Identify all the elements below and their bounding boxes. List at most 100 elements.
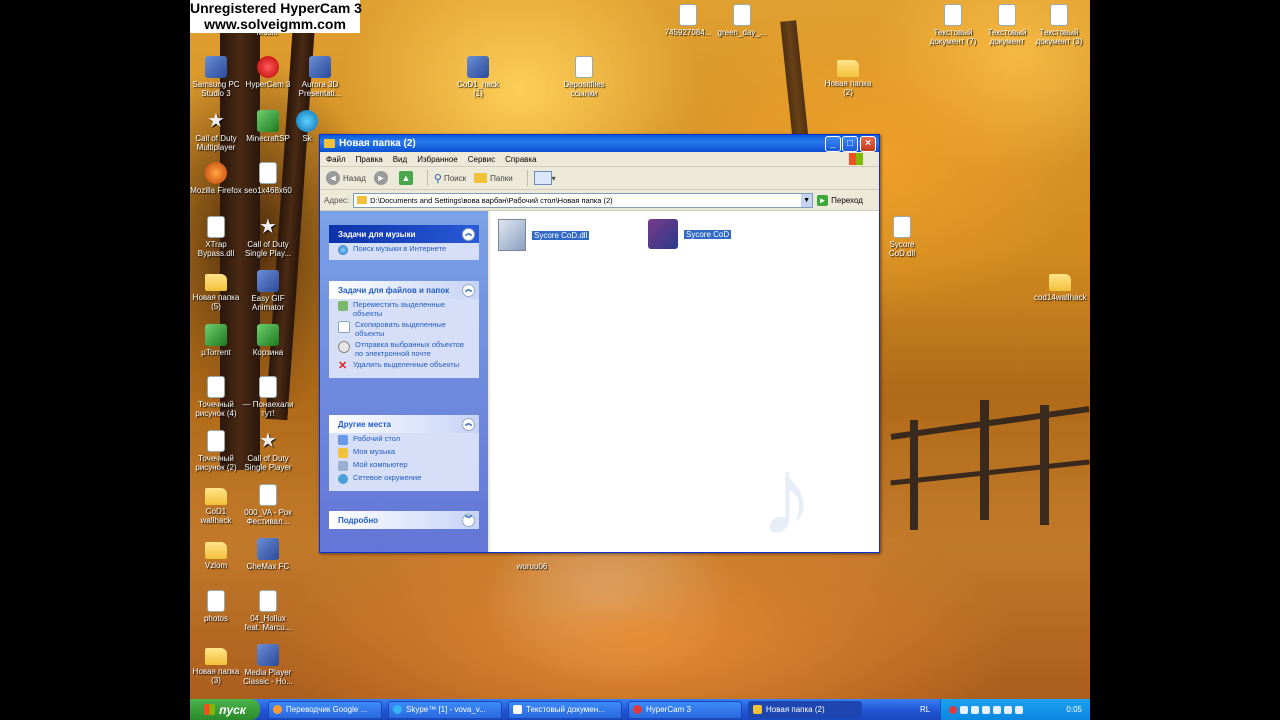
desktop-icon[interactable]: Точечный рисунок (4) (190, 376, 242, 418)
group-header[interactable]: Задачи для файлов и папок ︽ (329, 281, 479, 299)
desktop-icon[interactable]: Точечный рисунок (2) (190, 430, 242, 472)
back-arrow-icon: ◄ (326, 171, 340, 185)
desktop-icon[interactable]: Sycore CoD.dll (876, 216, 928, 258)
skype-tray-icon[interactable] (993, 705, 1001, 714)
desktop-icon[interactable]: Aurora 3D Presentati... (294, 56, 346, 98)
stop-icon[interactable] (960, 705, 968, 714)
place-link[interactable]: Моя музыка (329, 446, 479, 459)
task-link[interactable]: Переместить выделенные объекты (329, 299, 479, 319)
language-indicator[interactable]: RL (920, 705, 930, 714)
forward-button[interactable]: ► (373, 171, 391, 185)
desktop-icon[interactable]: Media Player Classic - Ho... (242, 644, 294, 686)
desktop-icon[interactable]: HyperCam 3 (242, 56, 294, 89)
clock[interactable]: 0:05 (1066, 705, 1082, 714)
chevron-up-icon[interactable]: ︽ (462, 284, 475, 297)
record-icon[interactable] (949, 705, 957, 714)
taskbar-item[interactable]: Skype™ [1] - vova_v... (388, 700, 502, 719)
desktop-icon[interactable]: Depositfiles ссылки (558, 56, 610, 98)
desktop-icon[interactable]: XTrap Bypass.dll (190, 216, 242, 258)
shield-icon[interactable] (1015, 705, 1023, 714)
desktop-icon[interactable]: Новая папка (2) (822, 56, 874, 97)
menu-view[interactable]: Вид (393, 155, 407, 164)
task-link[interactable]: Отправка выбранных объектов по электронн… (329, 339, 479, 359)
file-list[interactable]: ♪ Sycore CoD.dll Sycore CoD (490, 211, 879, 552)
desktop-icon[interactable]: Текстовый документ (7) (927, 4, 979, 46)
taskbar-item[interactable]: Переводчик Google ... (268, 700, 382, 719)
taskbar-item[interactable]: Текстовый докумен... (508, 700, 622, 719)
desktop-icon[interactable]: Новая папка (5) (190, 270, 242, 311)
desktop-icon[interactable]: 04_Hollux feat. Marcu... (242, 590, 294, 632)
chevron-up-icon[interactable]: ︽ (462, 418, 475, 431)
desktop-icon[interactable]: Текстовый документ (981, 4, 1033, 46)
desktop-icon[interactable]: Vzlom (190, 538, 242, 570)
desktop-icon[interactable]: µTorrent (190, 324, 242, 357)
address-input[interactable]: D:\Documents and Settings\вова варбан\Ра… (353, 192, 814, 208)
file-item[interactable]: Sycore CoD.dll (498, 219, 590, 251)
place-link[interactable]: Сетевое окружение (329, 472, 479, 485)
maximize-button[interactable]: □ (842, 136, 858, 152)
network-icon[interactable] (1004, 705, 1012, 714)
group-header[interactable]: Подробно ︾ (329, 511, 479, 529)
browser-icon (273, 705, 282, 714)
menu-tools[interactable]: Сервис (468, 155, 495, 164)
start-button[interactable]: пуск (190, 699, 260, 720)
task-link[interactable]: ✕ Удалить выделенные объекты (329, 359, 479, 372)
volume-icon[interactable] (982, 705, 990, 714)
chevron-up-icon[interactable]: ︽ (462, 228, 475, 241)
file-item[interactable]: Sycore CoD (648, 219, 732, 249)
desktop-icon[interactable]: ★ Call of Duty Single Play... (242, 216, 294, 258)
dll-icon (893, 216, 911, 238)
place-link[interactable]: Рабочий стол (329, 433, 479, 446)
pause-icon[interactable] (971, 705, 979, 714)
desktop-icon[interactable]: ★ Call of Duty Single Player (242, 430, 294, 472)
desktop-icon[interactable]: Корзина (242, 324, 294, 357)
folders-button[interactable]: Папки (474, 173, 513, 183)
folder-icon (837, 60, 859, 77)
group-header[interactable]: Задачи для музыки ︽ (329, 225, 479, 243)
toolbar-separator (526, 170, 528, 186)
desktop-icon[interactable]: CoD1_hack (1) (452, 56, 504, 98)
desktop-icon[interactable]: photos (190, 590, 242, 623)
close-button[interactable]: × (860, 136, 876, 152)
search-button[interactable]: ⚲ Поиск (434, 172, 466, 185)
views-button[interactable]: ▾ (533, 171, 556, 185)
desktop-icon[interactable]: 745927084... (662, 4, 714, 37)
place-link[interactable]: Мой компьютер (329, 459, 479, 472)
up-folder-button[interactable]: ▲ (398, 171, 413, 185)
menu-favorites[interactable]: Избранное (417, 155, 458, 164)
desktop-icon[interactable]: CheMax FC (242, 538, 294, 571)
task-link[interactable]: Скопировать выделенные объекты (329, 319, 479, 339)
menu-help[interactable]: Справка (505, 155, 536, 164)
desktop-icon[interactable]: green_day_... (716, 4, 768, 37)
window-titlebar[interactable]: Новая папка (2) _ □ × (320, 135, 879, 152)
menu-file[interactable]: Файл (326, 155, 346, 164)
desktop-icon[interactable]: cod14wallhack (1034, 270, 1086, 302)
desktop-icon[interactable]: 000_VA - Рок Фестивал... (242, 484, 294, 526)
desktop-icon[interactable]: Samsung PC Studio 3 (190, 56, 242, 98)
desktop-icon[interactable]: Sk (296, 110, 318, 143)
chevron-down-icon[interactable]: ︾ (462, 514, 475, 527)
go-button[interactable]: ► Переход (817, 194, 863, 206)
minimize-button[interactable]: _ (825, 136, 841, 152)
desktop-icon[interactable]: Mozilla Firefox (190, 162, 242, 195)
delete-icon: ✕ (338, 360, 348, 372)
desktop-icon[interactable]: seo1x468x60 (242, 162, 294, 195)
menu-edit[interactable]: Правка (356, 155, 383, 164)
taskbar-item-active[interactable]: Новая папка (2) (748, 700, 862, 719)
watermark-line2: www.solveigmm.com (204, 16, 346, 32)
desktop-icon[interactable]: — Понаехали тут! (242, 376, 294, 418)
desktop-icon[interactable]: Текстовый документ (3) (1033, 4, 1085, 46)
folder-icon (474, 173, 488, 183)
task-link[interactable]: Поиск музыки в Интернете (329, 243, 479, 256)
chevron-down-icon[interactable]: ▼ (801, 193, 813, 207)
taskbar-item[interactable]: HyperCam 3 (628, 700, 742, 719)
desktop-icon[interactable]: Easy GIF Animator (242, 270, 294, 312)
desktop-icon[interactable]: CoD1 wallhack (190, 484, 242, 525)
desktop-icon[interactable]: wuruu06 (506, 562, 558, 571)
desktop-icon[interactable]: ★ Call of Duty Multiplayer (190, 110, 242, 152)
group-header[interactable]: Другие места ︽ (329, 415, 479, 433)
desktop-icon[interactable]: Новая папка (3) (190, 644, 242, 685)
globe-icon (338, 245, 348, 255)
desktop-icon[interactable]: MinecraftSP (242, 110, 294, 143)
back-button[interactable]: ◄ Назад (326, 171, 366, 185)
